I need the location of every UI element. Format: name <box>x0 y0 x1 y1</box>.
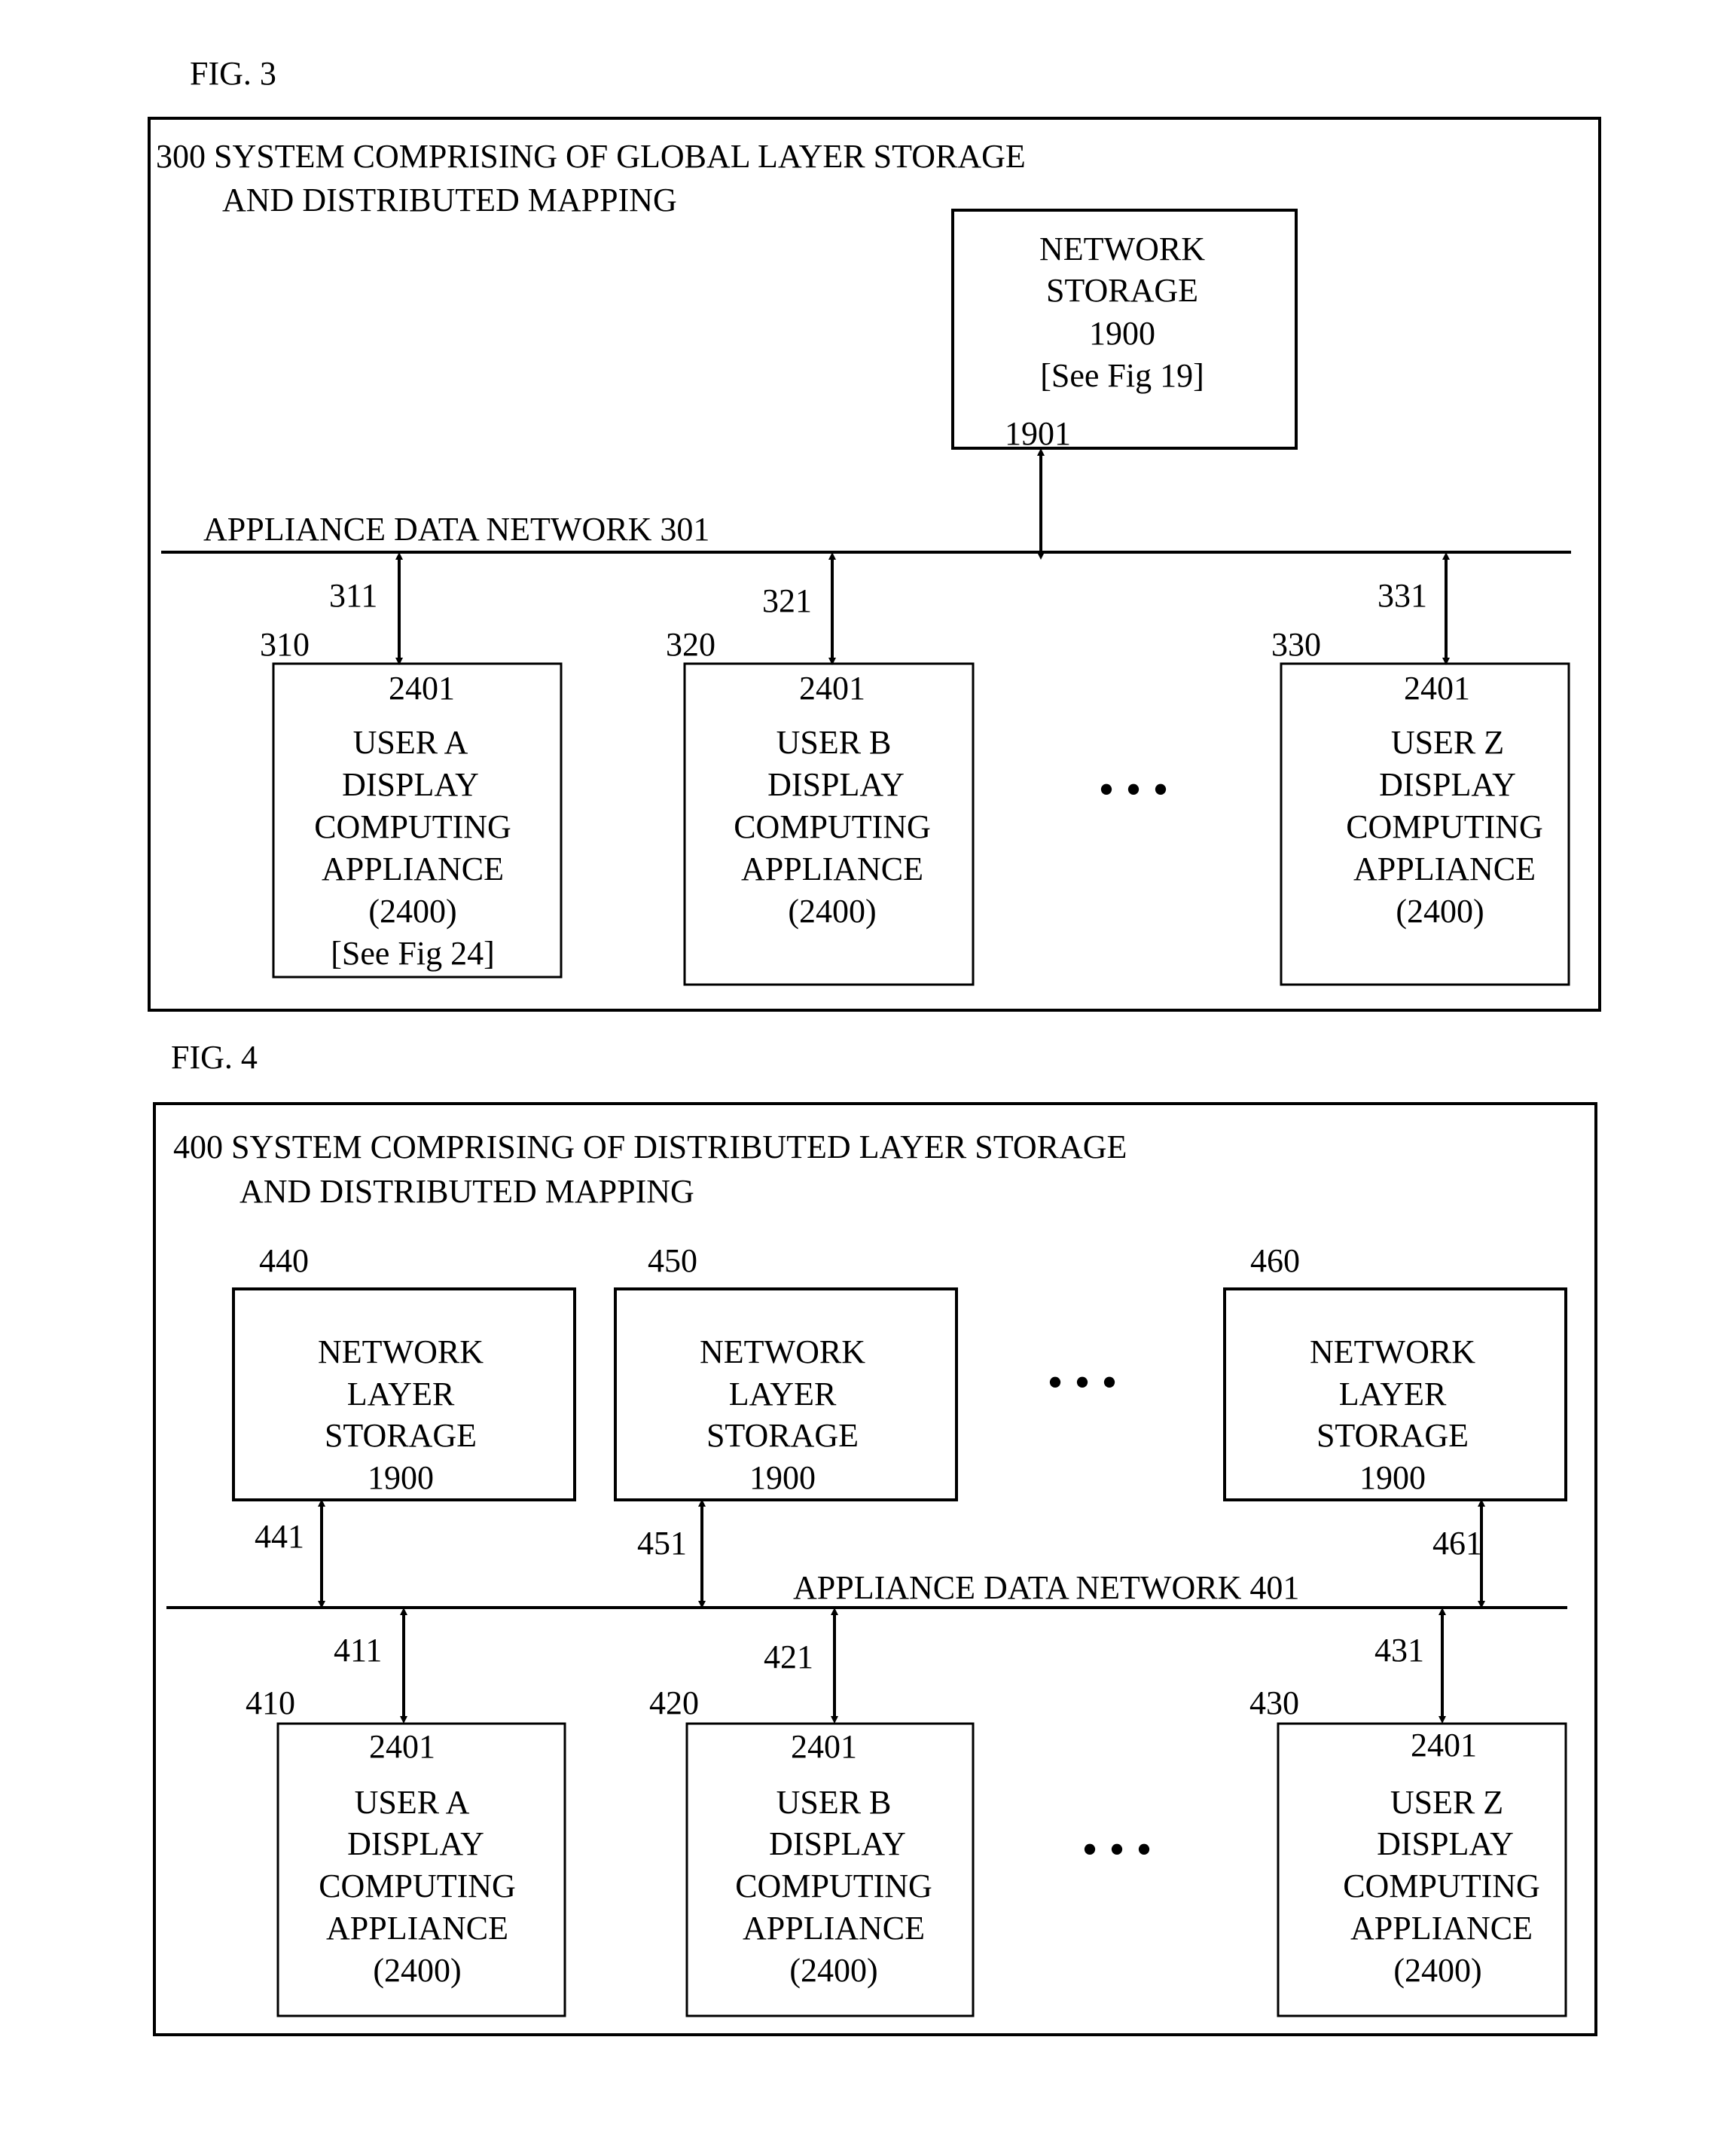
appliance-top-ref: 2401 <box>1404 670 1470 707</box>
appliance-line: COMPUTING <box>735 1867 932 1904</box>
appliance-ref: 420 <box>649 1684 699 1721</box>
fig4-appliance-ellipsis: • • • <box>1082 1825 1152 1874</box>
storage-ref: 450 <box>648 1242 697 1279</box>
fig4-storage-460: 460 NETWORK LAYER STORAGE 1900 461 <box>1223 1242 1567 1608</box>
storage-line: [See Fig 19] <box>1040 357 1204 394</box>
link-ref: 451 <box>637 1525 687 1562</box>
fig3-network-label: APPLIANCE DATA NETWORK 301 <box>203 511 709 548</box>
appliance-line: (2400) <box>789 1952 877 1989</box>
appliance-ref: 410 <box>246 1684 295 1721</box>
fig3-appliance-z: 330 331 2401 USER Z DISPLAY COMPUTING AP… <box>1271 552 1570 986</box>
fig3-ellipsis: • • • <box>1098 765 1168 814</box>
appliance-line: COMPUTING <box>734 808 931 845</box>
appliance-line: USER A <box>353 724 468 761</box>
link-ref: 461 <box>1432 1525 1482 1562</box>
link-ref: 331 <box>1378 577 1427 614</box>
storage-line: 1900 <box>368 1459 434 1496</box>
storage-ref: 440 <box>259 1242 309 1279</box>
link-ref: 411 <box>334 1632 382 1669</box>
fig4-title-line2: AND DISTRIBUTED MAPPING <box>240 1173 694 1210</box>
storage-line: NETWORK <box>700 1333 865 1370</box>
appliance-ref: 310 <box>260 626 310 663</box>
fig4-appliance-b: 420 421 2401 USER B DISPLAY COMPUTING AP… <box>649 1608 975 2017</box>
fig4-network-label: APPLIANCE DATA NETWORK 401 <box>793 1569 1299 1606</box>
storage-line: LAYER <box>347 1376 455 1412</box>
storage-line: 1900 <box>1089 315 1155 352</box>
fig4-appliance-a: 410 411 2401 USER A DISPLAY COMPUTING AP… <box>246 1608 566 2017</box>
fig3-network-storage: NETWORK STORAGE 1900 [See Fig 19] 1901 <box>951 209 1298 560</box>
storage-line: NETWORK <box>1310 1333 1475 1370</box>
appliance-top-ref: 2401 <box>369 1728 435 1765</box>
appliance-line: (2400) <box>368 893 456 930</box>
appliance-line: USER Z <box>1391 724 1504 761</box>
storage-line: NETWORK <box>1039 231 1205 267</box>
appliance-line: APPLIANCE <box>1353 851 1536 887</box>
fig3-title-line1: 300 SYSTEM COMPRISING OF GLOBAL LAYER ST… <box>156 138 1026 175</box>
figure-3: FIG. 3 300 SYSTEM COMPRISING OF GLOBAL L… <box>148 55 1601 1012</box>
appliance-line: COMPUTING <box>314 808 511 845</box>
appliance-line: COMPUTING <box>319 1867 516 1904</box>
appliance-line: [See Fig 24] <box>331 935 495 972</box>
storage-line: STORAGE <box>1316 1417 1469 1454</box>
appliance-line: (2400) <box>1393 1952 1481 1989</box>
storage-line: 1900 <box>749 1459 816 1496</box>
storage-line: STORAGE <box>706 1417 859 1454</box>
fig4-appliance-z: 430 431 2401 USER Z DISPLAY COMPUTING AP… <box>1249 1608 1567 2017</box>
appliance-ref: 330 <box>1271 626 1321 663</box>
appliance-top-ref: 2401 <box>791 1728 857 1765</box>
appliance-line: USER B <box>776 724 892 761</box>
appliance-line: (2400) <box>1396 893 1484 930</box>
storage-line: 1900 <box>1359 1459 1426 1496</box>
fig3-appliance-a: 310 311 2401 USER A DISPLAY COMPUTING AP… <box>260 552 563 979</box>
appliance-ref: 320 <box>666 626 715 663</box>
appliance-line: COMPUTING <box>1343 1867 1540 1904</box>
appliance-line: USER B <box>776 1784 892 1821</box>
appliance-top-ref: 2401 <box>799 670 865 707</box>
appliance-line: USER Z <box>1390 1784 1503 1821</box>
fig3-storage-link-ref: 1901 <box>1005 415 1071 452</box>
appliance-line: USER A <box>355 1784 470 1821</box>
storage-line: LAYER <box>1339 1376 1447 1412</box>
storage-line: STORAGE <box>1046 272 1198 309</box>
appliance-line: (2400) <box>788 893 876 930</box>
appliance-top-ref: 2401 <box>389 670 455 707</box>
storage-line: LAYER <box>729 1376 837 1412</box>
fig3-appliance-b: 320 321 2401 USER B DISPLAY COMPUTING AP… <box>666 552 975 986</box>
link-ref: 321 <box>762 582 812 619</box>
fig3-caption: FIG. 3 <box>190 55 276 92</box>
appliance-line: DISPLAY <box>347 1825 484 1862</box>
appliance-line: DISPLAY <box>769 1825 906 1862</box>
appliance-line: APPLIANCE <box>743 1910 925 1947</box>
appliance-line: DISPLAY <box>767 766 905 803</box>
appliance-line: APPLIANCE <box>326 1910 508 1947</box>
figure-4: FIG. 4 400 SYSTEM COMPRISING OF DISTRIBU… <box>153 1039 1597 2036</box>
fig4-storage-450: 450 NETWORK LAYER STORAGE 1900 451 <box>614 1242 958 1608</box>
appliance-line: (2400) <box>373 1952 461 1989</box>
appliance-line: APPLIANCE <box>1350 1910 1533 1947</box>
appliance-line: COMPUTING <box>1346 808 1543 845</box>
fig3-title-line2: AND DISTRIBUTED MAPPING <box>222 182 677 218</box>
appliance-top-ref: 2401 <box>1411 1727 1477 1764</box>
appliance-line: DISPLAY <box>1379 766 1516 803</box>
patent-diagram: FIG. 3 300 SYSTEM COMPRISING OF GLOBAL L… <box>148 55 1601 2036</box>
fig4-caption: FIG. 4 <box>171 1039 258 1076</box>
appliance-line: DISPLAY <box>1377 1825 1514 1862</box>
appliance-line: APPLIANCE <box>741 851 923 887</box>
link-ref: 421 <box>764 1638 813 1675</box>
storage-line: STORAGE <box>325 1417 477 1454</box>
storage-line: NETWORK <box>318 1333 484 1370</box>
link-ref: 431 <box>1374 1632 1424 1669</box>
link-ref: 311 <box>329 577 377 614</box>
fig4-title-line1: 400 SYSTEM COMPRISING OF DISTRIBUTED LAY… <box>173 1128 1127 1165</box>
appliance-line: APPLIANCE <box>322 851 504 887</box>
appliance-ref: 430 <box>1249 1684 1299 1721</box>
appliance-line: DISPLAY <box>342 766 479 803</box>
link-ref: 441 <box>255 1518 304 1555</box>
fig4-storage-440: 440 NETWORK LAYER STORAGE 1900 441 <box>232 1242 576 1608</box>
fig4-storage-ellipsis: • • • <box>1047 1357 1117 1407</box>
storage-ref: 460 <box>1250 1242 1300 1279</box>
